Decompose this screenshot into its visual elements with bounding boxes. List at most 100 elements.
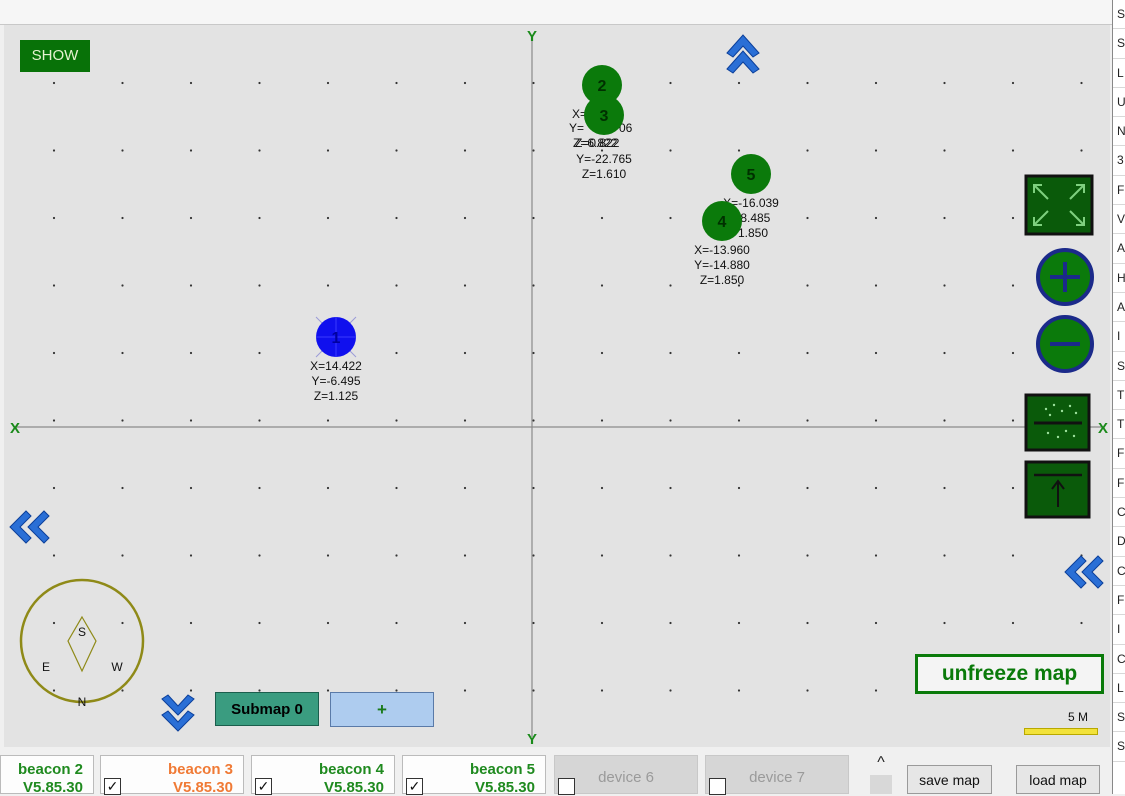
- right-panel-item[interactable]: S: [1113, 352, 1125, 381]
- grid-dot: [258, 621, 261, 625]
- right-panel-item[interactable]: F: [1113, 439, 1125, 469]
- grid-dot: [1011, 351, 1015, 355]
- grid-dot: [326, 621, 330, 625]
- grid-dot: [463, 284, 467, 287]
- device-card-beacon-5[interactable]: ✓ beacon 5 V5.85.30: [402, 755, 546, 796]
- grid-dot: [943, 351, 946, 355]
- right-panel-item[interactable]: N: [1113, 117, 1125, 147]
- grid-dot: [943, 81, 946, 85]
- compass-north: N: [78, 695, 87, 709]
- grid-dot: [600, 486, 604, 490]
- device-card-beacon-2[interactable]: beacon 2 V5.85.30: [0, 755, 94, 796]
- grid-dot: [463, 81, 467, 85]
- grid-dot: [189, 621, 193, 625]
- double-chevron-left-icon-right[interactable]: [1064, 555, 1104, 589]
- grid-dot: [532, 621, 535, 625]
- right-panel-list[interactable]: SSLUN3FVAHAISTTFFCDCFICLSS: [1112, 0, 1125, 794]
- right-panel-item[interactable]: T: [1113, 381, 1125, 411]
- grid-dot: [121, 689, 124, 692]
- right-panel-item[interactable]: F: [1113, 586, 1125, 616]
- right-panel-item[interactable]: C: [1113, 498, 1125, 528]
- right-panel-item[interactable]: C: [1113, 557, 1125, 586]
- overlap-fragment-z: Z=0.822: [575, 136, 620, 150]
- right-panel-item[interactable]: A: [1113, 234, 1125, 264]
- double-chevron-up-icon[interactable]: [726, 34, 760, 74]
- grid-dot: [874, 486, 878, 490]
- grid-dot: [1080, 149, 1083, 152]
- grid-dot: [737, 486, 741, 490]
- align-top-icon[interactable]: [1024, 460, 1091, 519]
- beacon-marker-4[interactable]: 4: [702, 201, 742, 241]
- beacon-marker-1[interactable]: 1 X=14.422 Y=-6.495 Z=1.125: [310, 316, 362, 403]
- grid-dot: [874, 621, 878, 625]
- right-panel-item[interactable]: V: [1113, 205, 1125, 235]
- device-checkbox[interactable]: ✓: [255, 778, 272, 795]
- grid-dot: [669, 149, 672, 152]
- right-panel-item[interactable]: L: [1113, 59, 1125, 88]
- right-panel-items: SSLUN3FVAHAISTTFFCDCFICLSS: [1113, 0, 1125, 762]
- right-panel-item[interactable]: L: [1113, 674, 1125, 704]
- beacon-1-z: Z=1.125: [314, 389, 359, 403]
- x-axis-label-left: X: [10, 420, 20, 437]
- grid-dot: [669, 621, 672, 625]
- grid-dot: [806, 149, 809, 152]
- grid-dot: [1011, 81, 1015, 85]
- grid-dot: [600, 216, 604, 220]
- map-canvas[interactable]: Y Y X X 1 X=14.422 Y=-6.495 Z=1.125 2 X=…: [4, 25, 1110, 747]
- grid-dot: [52, 554, 56, 557]
- fit-screen-icon[interactable]: [1024, 174, 1094, 236]
- unfreeze-map-button[interactable]: unfreeze map: [915, 654, 1104, 694]
- grid-dot: [326, 216, 330, 220]
- grid-dot: [1011, 621, 1015, 625]
- right-panel-item[interactable]: U: [1113, 88, 1125, 118]
- beacon-marker-5[interactable]: 5: [731, 154, 771, 194]
- add-submap-button[interactable]: +: [330, 692, 434, 727]
- right-panel-item[interactable]: S: [1113, 703, 1125, 733]
- double-chevron-down-icon[interactable]: [161, 694, 195, 732]
- grid-dot: [600, 621, 604, 625]
- right-panel-item[interactable]: 3: [1113, 146, 1125, 176]
- right-panel-item[interactable]: T: [1113, 410, 1125, 440]
- right-panel-item[interactable]: F: [1113, 469, 1125, 499]
- right-panel-item[interactable]: S: [1113, 0, 1125, 30]
- device-card-device-7[interactable]: device 7: [705, 755, 849, 795]
- right-panel-item[interactable]: H: [1113, 264, 1125, 293]
- submap-button[interactable]: Submap 0: [215, 692, 319, 726]
- right-panel-item[interactable]: S: [1113, 732, 1125, 762]
- right-panel-item[interactable]: I: [1113, 615, 1125, 645]
- grid-dot: [395, 149, 398, 152]
- compass-west: W: [111, 660, 123, 674]
- right-panel-item[interactable]: S: [1113, 29, 1125, 59]
- double-chevron-left-icon[interactable]: [9, 510, 50, 544]
- grid-dot: [258, 486, 261, 490]
- grid-dot: [52, 284, 56, 287]
- show-button[interactable]: SHOW: [20, 40, 90, 72]
- grid-dot: [669, 284, 672, 287]
- grid-dot: [532, 419, 535, 422]
- beacon-marker-3[interactable]: 3: [584, 95, 624, 135]
- grid-dot: [737, 689, 741, 692]
- save-map-button[interactable]: save map: [907, 765, 992, 794]
- device-checkbox[interactable]: ✓: [104, 778, 121, 795]
- right-panel-item[interactable]: F: [1113, 176, 1125, 206]
- zoom-in-icon[interactable]: [1036, 248, 1094, 306]
- grid-dot: [874, 284, 878, 287]
- device-card-device-6[interactable]: device 6: [554, 755, 698, 795]
- device-card-beacon-4[interactable]: ✓ beacon 4 V5.85.30: [251, 755, 395, 796]
- grid-dot: [121, 149, 124, 152]
- grid-dot: [326, 554, 330, 557]
- point-cloud-icon[interactable]: [1024, 393, 1091, 452]
- device-checkbox[interactable]: ✓: [406, 778, 423, 795]
- grid-dot: [395, 486, 398, 490]
- beacon-4-y: Y=-14.880: [694, 258, 750, 272]
- device-card-beacon-3[interactable]: ✓ beacon 3 V5.85.30: [100, 755, 244, 796]
- load-map-button[interactable]: load map: [1016, 765, 1100, 794]
- right-panel-item[interactable]: I: [1113, 322, 1125, 352]
- zoom-out-icon[interactable]: [1036, 315, 1094, 373]
- grid-dot: [737, 621, 741, 625]
- right-panel-item[interactable]: C: [1113, 645, 1125, 674]
- right-panel-item[interactable]: D: [1113, 527, 1125, 557]
- scroll-track[interactable]: [870, 775, 892, 794]
- right-panel-item[interactable]: A: [1113, 293, 1125, 323]
- grid-dot: [463, 554, 467, 557]
